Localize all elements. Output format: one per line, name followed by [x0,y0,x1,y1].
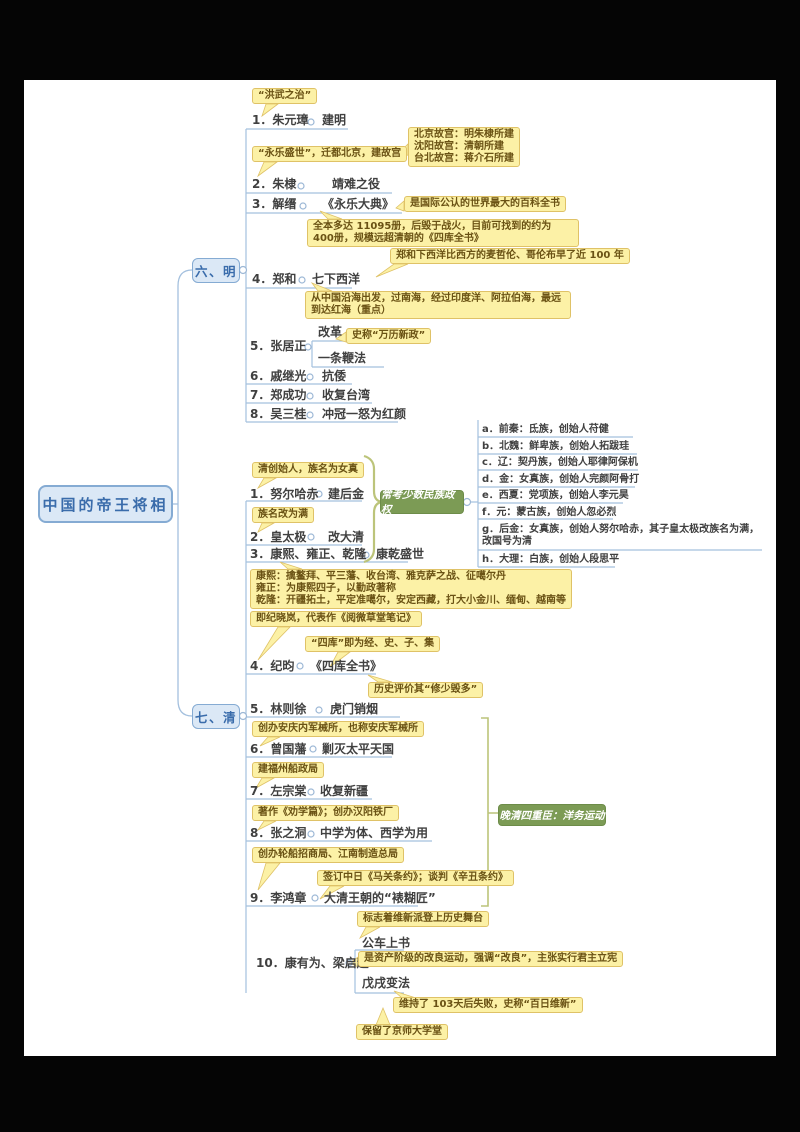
branch-qing[interactable]: 七、清 [192,704,240,729]
note-103-days[interactable]: 维持了 103天后失败，史称“百日维新” [393,997,583,1013]
note-zhenghe-route[interactable]: 从中国沿海出发，过南海，经过印度洋、阿拉伯海，最远到达红海（重点） [305,291,571,319]
note-encyclopedia[interactable]: 是国际公认的世界最大的百科全书 [404,196,566,212]
qing-item-6-sub[interactable]: 剿灭太平天国 [322,742,394,756]
note-yongle[interactable]: “永乐盛世”，迁都北京，建故宫 [252,146,407,162]
minority-item-b[interactable]: b．北魏：鲜卑族，创始人拓跋珪 [482,441,629,453]
note-jingshi-university[interactable]: 保留了京师大学堂 [356,1024,448,1040]
qing-item-3-sub[interactable]: 康乾盛世 [376,547,424,561]
ming-item-8[interactable]: 8．吴三桂 [250,407,306,421]
ming-item-4[interactable]: 4．郑和 [252,272,296,286]
note-wanli[interactable]: 史称“万历新政” [346,328,431,344]
ming-item-5-sub1[interactable]: 改革 [318,325,342,339]
ming-item-4-sub[interactable]: 七下西洋 [312,272,360,286]
root-topic[interactable]: 中国的帝王将相 [38,485,173,523]
ming-item-1[interactable]: 1．朱元璋 [252,113,308,127]
summary-late-qing-ministers[interactable]: 晚清四重臣：洋务运动 [498,804,606,826]
ming-item-3-sub[interactable]: 《永乐大典》 [322,197,394,211]
minority-item-c[interactable]: c．辽：契丹族，创始人耶律阿保机 [482,457,638,469]
note-palaces[interactable]: 北京故宫：明朱棣所建 沈阳故宫：清朝所建 台北故宫：蒋介石所建 [408,127,520,167]
note-fuzhou-shipyard[interactable]: 建福州船政局 [252,762,324,778]
note-qing-founder[interactable]: 清创始人，族名为女真 [252,462,364,478]
qing-item-5-sub[interactable]: 虎门销烟 [330,702,378,716]
qing-item-8[interactable]: 8．张之洞 [250,826,306,840]
ming-item-2-sub[interactable]: 靖难之役 [332,177,380,191]
qing-item-9[interactable]: 9．李鸿章 [250,891,306,905]
branch-ming[interactable]: 六、明 [192,258,240,283]
ming-item-7-sub[interactable]: 收复台湾 [322,388,370,402]
note-zhenghe-earlier[interactable]: 郑和下西洋比西方的麦哲伦、哥伦布早了近 100 年 [390,248,630,264]
qing-item-4[interactable]: 4．纪昀 [250,659,294,673]
note-weixin-stage[interactable]: 标志着维新派登上历史舞台 [357,911,489,927]
qing-item-8-sub[interactable]: 中学为体、西学为用 [320,826,428,840]
qing-item-1[interactable]: 1．努尔哈赤 [250,487,318,501]
ming-item-5-sub2[interactable]: 一条鞭法 [318,351,366,365]
ming-item-6-sub[interactable]: 抗倭 [322,369,346,383]
qing-item-4-sub[interactable]: 《四库全书》 [310,659,382,673]
note-volumes[interactable]: 全本多达 11095册，后毁于战火，目前可找到的约为 400册，规模远超清朝的《… [307,219,579,247]
note-bourgeois-reform[interactable]: 是资产阶级的改良运动，强调“改良”，主张实行君主立宪 [358,951,623,967]
note-rename-man[interactable]: 族名改为满 [252,507,314,523]
ming-item-5[interactable]: 5．张居正 [250,339,306,353]
ming-item-6[interactable]: 6．戚继光 [250,369,306,383]
note-quanxuepian[interactable]: 著作《劝学篇》；创办汉阳铁厂 [252,805,399,821]
qing-item-10-sub1[interactable]: 公车上书 [362,936,410,950]
minority-item-g[interactable]: g．后金：女真族，创始人努尔哈赤，其子皇太极改族名为满，改国号为清 [482,524,766,548]
ming-item-2[interactable]: 2．朱棣 [252,177,296,191]
qing-item-2-sub[interactable]: 改大清 [328,530,364,544]
note-three-emperors[interactable]: 康熙：擒鳌拜、平三藩、收台湾、雅克萨之战、征噶尔丹 雍正：为康熙四子，以勤政著称… [250,569,572,609]
qing-item-1-sub[interactable]: 建后金 [328,487,364,501]
note-evaluation[interactable]: 历史评价其“修少毁多” [368,682,483,698]
minority-item-a[interactable]: a．前秦：氐族，创始人苻健 [482,424,609,436]
ming-item-8-sub[interactable]: 冲冠一怒为红颜 [322,407,406,421]
minority-item-h[interactable]: h．大理：白族，创始人段思平 [482,554,619,566]
qing-item-6[interactable]: 6．曾国藩 [250,742,306,756]
qing-item-10-sub2[interactable]: 戊戌变法 [362,976,410,990]
qing-item-9-sub[interactable]: 大清王朝的“裱糊匠” [324,891,436,905]
ming-item-3[interactable]: 3．解缙 [252,197,296,211]
mindmap-canvas: 中国的帝王将相 六、明 七、清 1．朱元璋 建明 2．朱棣 靖难之役 3．解缙 … [0,0,800,1132]
qing-item-7[interactable]: 7．左宗棠 [250,784,306,798]
qing-item-2[interactable]: 2．皇太极 [250,530,306,544]
minority-item-e[interactable]: e．西夏：党项族，创始人李元昊 [482,490,629,502]
qing-item-7-sub[interactable]: 收复新疆 [320,784,368,798]
note-lunchuan-bureau[interactable]: 创办轮船招商局、江南制造总局 [252,847,404,863]
note-hongwu[interactable]: “洪武之治” [252,88,317,104]
ming-item-7[interactable]: 7．郑成功 [250,388,306,402]
minority-item-d[interactable]: d．金：女真族，创始人完颜阿骨打 [482,474,639,486]
note-siku-meaning[interactable]: “四库”即为经、史、子、集 [305,636,440,652]
note-anqing-arsenal[interactable]: 创办安庆内军械所，也称安庆军械所 [252,721,424,737]
minority-item-f[interactable]: f．元：蒙古族，创始人忽必烈 [482,507,616,519]
note-jixiaolan[interactable]: 即纪晓岚，代表作《阅微草堂笔记》 [250,611,422,627]
qing-item-10[interactable]: 10．康有为、梁启超 [256,956,369,970]
qing-item-3[interactable]: 3．康熙、雍正、乾隆 [250,547,366,561]
note-treaties[interactable]: 签订中日《马关条约》；谈判《辛丑条约》 [317,870,514,886]
qing-item-5[interactable]: 5．林则徐 [250,702,306,716]
ming-item-1-sub[interactable]: 建明 [322,113,346,127]
summary-minority-regimes[interactable]: 常考少数民族政权 [380,490,464,514]
